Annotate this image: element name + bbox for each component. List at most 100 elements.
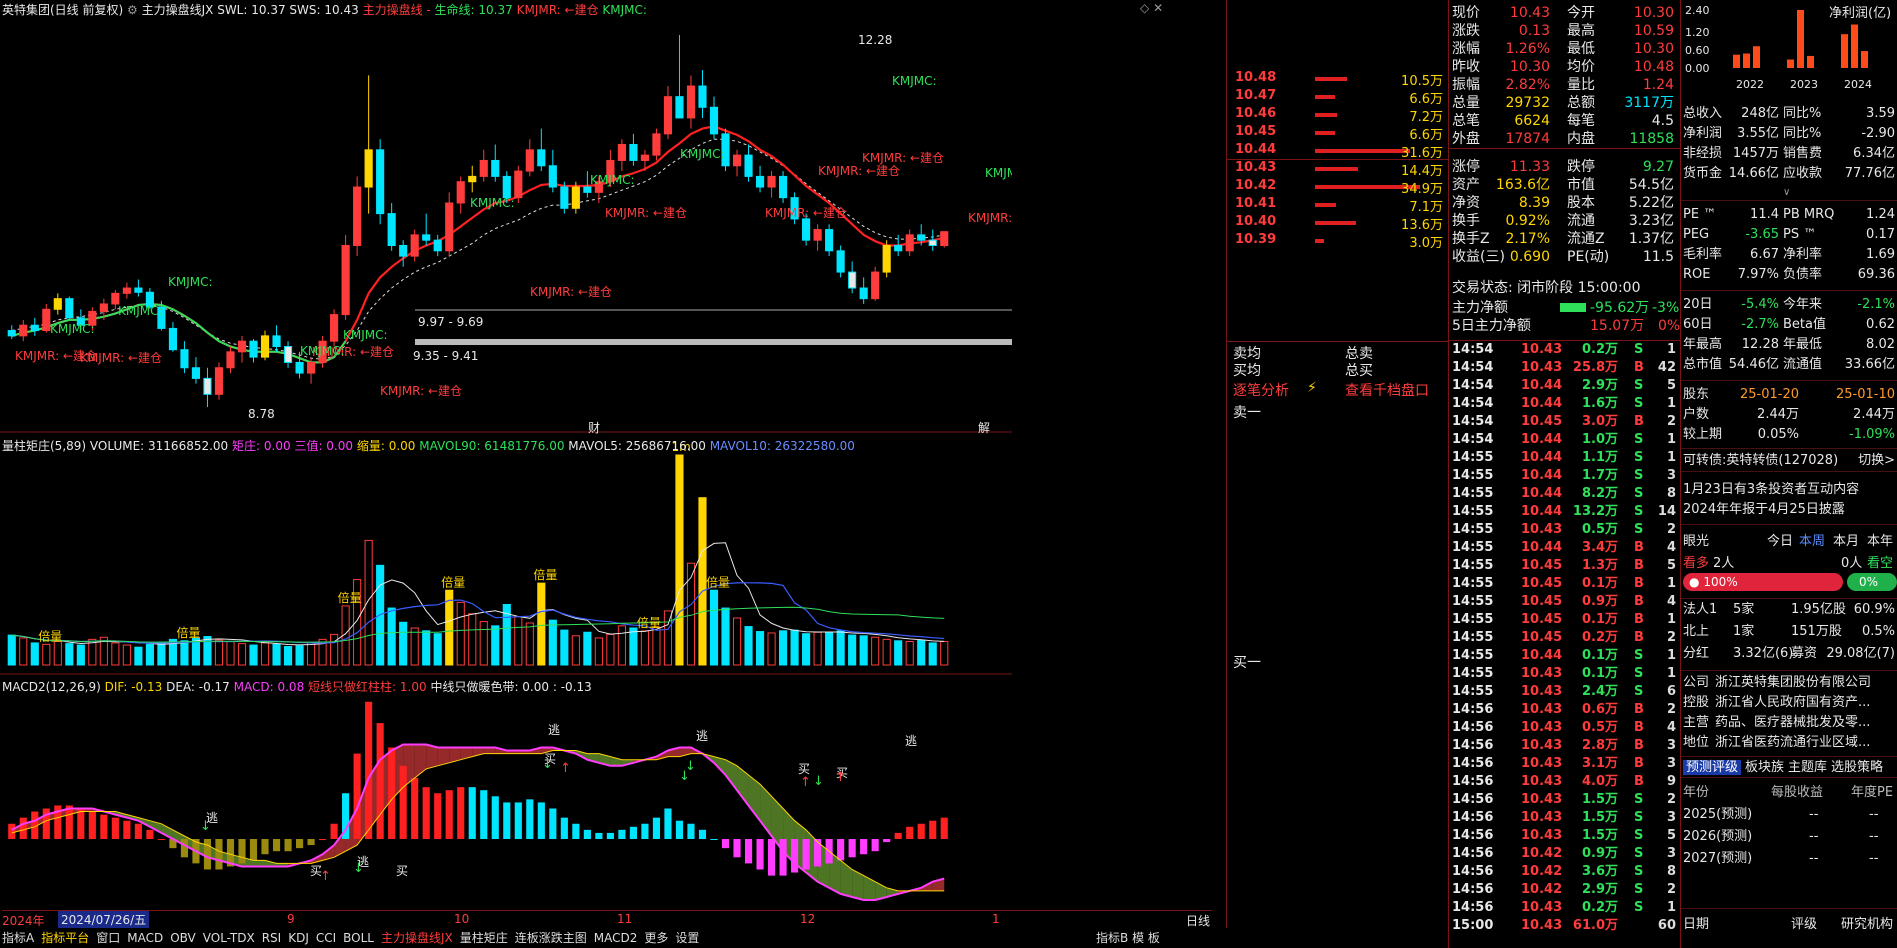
company-value[interactable]: 浙江英特集团股份有限公司: [1715, 673, 1871, 693]
kline-chart-area[interactable]: 9.2710.3011.3311.869.97 - 9.699.35 - 9.4…: [0, 0, 1012, 948]
stock-title[interactable]: 英特集团(日线 前复权): [2, 3, 123, 17]
tab-week[interactable]: 本周: [1799, 530, 1825, 549]
sell-price: 10.48: [1235, 70, 1277, 85]
tick-time: 14:55: [1452, 594, 1494, 609]
notice-item[interactable]: 2024年年报于4月25日披露: [1683, 498, 1845, 517]
tab-10[interactable]: 主力操盘线JX: [381, 931, 453, 945]
diamond-icon[interactable]: ◇: [1140, 1, 1149, 15]
tab-3[interactable]: MACD: [127, 931, 163, 945]
tab-indicator-b[interactable]: 指标B: [1096, 931, 1128, 945]
forecast-tab[interactable]: 主题库: [1788, 760, 1827, 775]
notice-item[interactable]: 1月23日有3条投资者互动内容: [1683, 478, 1859, 497]
tick-side: B: [1634, 630, 1644, 645]
company-row: 公司 浙江英特集团股份有限公司: [1681, 673, 1897, 693]
indicator-name[interactable]: 主力操盘线JX: [142, 3, 214, 17]
volume-bar: [422, 630, 431, 666]
forecast-tab[interactable]: 板块族: [1745, 760, 1784, 775]
quote-label: 总笔: [1452, 113, 1480, 129]
macd-bar: [698, 829, 707, 839]
tick-row: 14:55 10.45 0.1万 B 1: [1449, 611, 1680, 629]
bear-count: 0人: [1841, 556, 1863, 571]
tab-11[interactable]: 量柱矩庄: [460, 931, 508, 945]
macd-bar: [77, 808, 85, 839]
candle: [260, 335, 270, 358]
tick-list[interactable]: 14:54 10.43 0.2万 S 1 14:54 10.43 25.8万 B 42 14:54 1…: [1449, 340, 1680, 933]
tab-14[interactable]: 更多: [644, 931, 668, 945]
candle: [42, 308, 51, 332]
company-value[interactable]: 浙江省人民政府国有资产...: [1715, 693, 1870, 713]
tick-row: 14:54 10.43 25.8万 B 42: [1449, 359, 1680, 377]
company-value[interactable]: 药品、医疗器械批发及零...: [1715, 713, 1870, 733]
company-value[interactable]: 浙江省医药流通行业区域...: [1715, 733, 1870, 753]
month-label: 11: [617, 912, 633, 926]
close-icon[interactable]: ✕: [1153, 1, 1163, 15]
quote-value: 1.37亿: [1628, 231, 1674, 247]
sell-volume: 7.2万: [1409, 110, 1443, 125]
quote-value: 3117万: [1624, 95, 1674, 111]
profit-bar: [1851, 24, 1858, 68]
tab-today[interactable]: 今日: [1767, 530, 1793, 549]
quote-value: 10.59: [1633, 23, 1674, 39]
candle: [122, 287, 131, 294]
indicator-tab-bar: 指标A 指标平台 窗口 MACD OBV VOL-TDX RSI KDJ CCI BOLL 主力操盘…: [2, 929, 1227, 948]
tab-2[interactable]: 窗口: [96, 931, 120, 945]
volume-indicator-name[interactable]: 量柱矩庄(5,89): [2, 439, 86, 453]
macd-bar: [641, 823, 649, 839]
tab-7[interactable]: KDJ: [288, 931, 309, 945]
macd-bar: [906, 826, 914, 839]
fin-value: 1457万: [1732, 146, 1779, 161]
tab-month[interactable]: 本月: [1833, 530, 1859, 549]
tick-count: 14: [1657, 504, 1676, 519]
tab-13[interactable]: MACD2: [594, 931, 638, 945]
macd-bar: [19, 817, 27, 839]
tab-12[interactable]: 连板涨跌主图: [515, 931, 587, 945]
tick-price: 10.44: [1521, 504, 1563, 519]
tab-6[interactable]: RSI: [262, 931, 282, 945]
convertible-bond-row[interactable]: 可转债:英特转债(127028) 切换>: [1681, 448, 1897, 472]
depth-view-link[interactable]: 查看千档盘口: [1345, 380, 1429, 400]
tab-board[interactable]: 板: [1148, 931, 1160, 945]
macd-indicator-name[interactable]: MACD2(12,26,9): [2, 680, 101, 694]
holder-value: 25-01-10: [1835, 387, 1895, 402]
quote-value: 17874: [1505, 131, 1550, 147]
volume-bar: [468, 613, 477, 666]
depth-bar: [1315, 221, 1356, 225]
tick-count: 5: [1666, 558, 1676, 573]
quote-label: 收益(三): [1452, 249, 1505, 265]
tab-5[interactable]: VOL-TDX: [203, 931, 255, 945]
volume-bar: [260, 642, 270, 666]
candle: [214, 367, 224, 395]
main-net-label: 主力净额: [1452, 300, 1508, 316]
tick-volume: 0.2万: [1581, 630, 1618, 645]
tab-0[interactable]: 指标A: [2, 931, 34, 945]
forecast-tab[interactable]: 预测评级: [1683, 760, 1742, 775]
tick-time: 14:55: [1452, 666, 1494, 681]
tab-8[interactable]: CCI: [316, 931, 336, 945]
tab-1[interactable]: 指标平台: [41, 931, 89, 945]
macd-bar: [744, 839, 753, 864]
macd-bar: [353, 753, 361, 839]
macd-bar: [445, 790, 453, 839]
tab-9[interactable]: BOLL: [343, 931, 374, 945]
tick-time: 14:56: [1452, 828, 1494, 843]
chevron-down-icon[interactable]: ∨: [1783, 187, 1790, 198]
tab-4[interactable]: OBV: [170, 931, 196, 945]
inst-value: 1家: [1733, 624, 1755, 639]
forecast-tab[interactable]: 选股策略: [1831, 760, 1883, 775]
tab-15[interactable]: 设置: [675, 931, 699, 945]
quote-value: 11858: [1629, 131, 1674, 147]
profit-tick: 2.40: [1685, 4, 1710, 17]
tab-year[interactable]: 本年: [1867, 530, 1893, 549]
period-label[interactable]: 日线: [1186, 912, 1210, 929]
switch-link[interactable]: 切换>: [1858, 449, 1895, 473]
tick-analysis-link[interactable]: 逐笔分析: [1233, 380, 1289, 400]
tick-count: 60: [1657, 918, 1676, 933]
fin-value: 14.66亿: [1728, 166, 1779, 181]
tab-template[interactable]: 模: [1132, 931, 1144, 945]
tick-price: 10.43: [1521, 810, 1563, 825]
gear-icon[interactable]: ⚙: [127, 3, 138, 17]
forecast-col: 每股收益: [1771, 785, 1824, 800]
month-label: 9: [287, 912, 295, 926]
buy-level: 10.40 13.6万: [1227, 214, 1449, 233]
quote-label: 内盘: [1567, 131, 1595, 147]
